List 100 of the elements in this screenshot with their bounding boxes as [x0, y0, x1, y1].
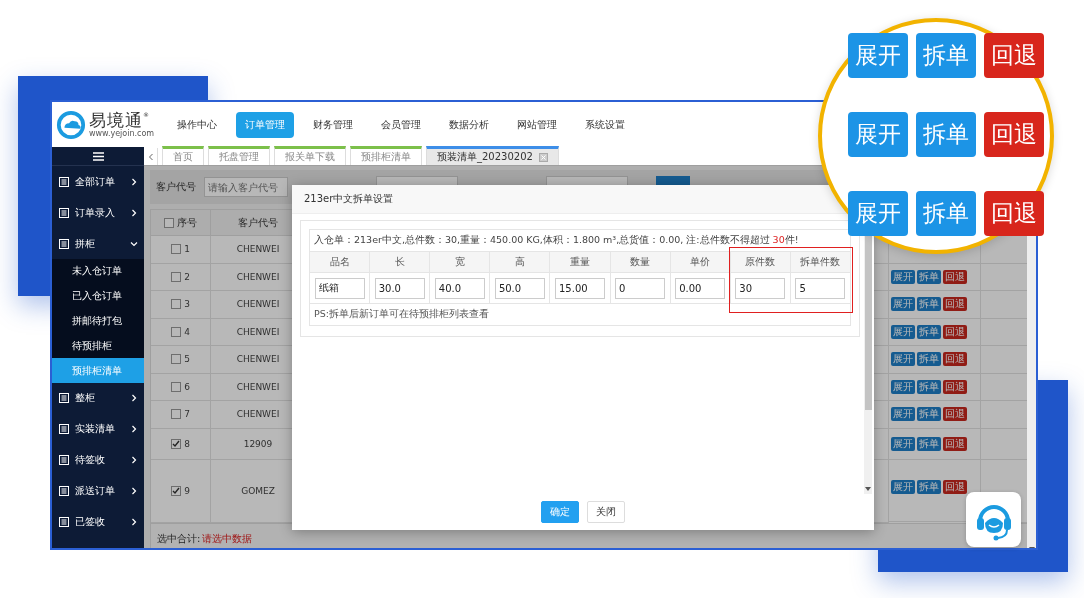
- customer-code-field[interactable]: 请输入客户代号: [204, 177, 288, 197]
- row-action-button[interactable]: 展开: [891, 297, 915, 312]
- nav-item[interactable]: 订单管理: [236, 111, 294, 138]
- tab[interactable]: 报关单下载: [274, 146, 346, 165]
- value-field[interactable]: 15.00: [555, 277, 605, 299]
- row-action-button[interactable]: 回退: [943, 436, 967, 451]
- value-field[interactable]: 30.0: [374, 277, 425, 299]
- summary-label: 选中合计:: [157, 531, 201, 546]
- row-action-button[interactable]: 回退: [943, 324, 967, 339]
- value-field[interactable]: 0.00: [675, 277, 726, 299]
- list-icon: [59, 455, 69, 466]
- menu-icon[interactable]: [92, 151, 104, 161]
- list-icon: [59, 176, 69, 187]
- checkbox[interactable]: [171, 354, 182, 365]
- row-action-button[interactable]: 拆单: [917, 324, 941, 339]
- value-field[interactable]: 纸箱: [314, 277, 365, 299]
- tab[interactable]: 首页: [162, 146, 204, 165]
- sidebar-item[interactable]: 实装清单: [52, 414, 144, 445]
- sidebar-item[interactable]: 订单录入: [52, 197, 144, 228]
- checkbox[interactable]: [171, 326, 182, 337]
- support-widget[interactable]: [966, 492, 1021, 547]
- row-number-cell: 5: [151, 346, 211, 374]
- row-action-button[interactable]: 展开: [891, 324, 915, 339]
- row-action-button[interactable]: 拆单: [917, 269, 941, 284]
- sidebar-subitem[interactable]: 待预排柜: [52, 333, 144, 359]
- value-field[interactable]: 40.0: [434, 277, 485, 299]
- value-field[interactable]: 50.0: [494, 277, 545, 299]
- row-action-button[interactable]: 拆单: [917, 352, 941, 367]
- checkbox[interactable]: [171, 299, 182, 310]
- row-action-button[interactable]: 拆单: [917, 297, 941, 312]
- checkbox[interactable]: [164, 217, 174, 228]
- sidebar-item[interactable]: 整柜: [52, 383, 144, 414]
- chevron-right-icon: [130, 456, 138, 465]
- column-header: 原件数: [730, 251, 791, 272]
- checkbox[interactable]: [171, 244, 182, 255]
- row-action-button[interactable]: 回退: [943, 352, 967, 367]
- sidebar-subitem[interactable]: 预排柜清单: [52, 358, 144, 383]
- cloud-logo-icon: [56, 109, 86, 140]
- summary-value: 请选中数据: [202, 531, 253, 546]
- row-action-button[interactable]: 拆单: [916, 112, 976, 157]
- nav-item[interactable]: 会员管理: [372, 111, 430, 138]
- row-action-button[interactable]: 展开: [891, 407, 915, 422]
- row-action-button[interactable]: 展开: [891, 479, 915, 494]
- brand-name: 易境通: [89, 110, 143, 130]
- dialog-button[interactable]: 关闭: [587, 501, 625, 523]
- row-action-button[interactable]: 回退: [984, 112, 1044, 157]
- tab[interactable]: 预装清单_20230202: [426, 146, 559, 165]
- row-action-button[interactable]: 展开: [848, 33, 908, 78]
- row-action-button[interactable]: 拆单: [916, 33, 976, 78]
- row-number-cell: 1: [151, 236, 211, 264]
- checkbox[interactable]: [171, 485, 182, 496]
- row-action-button[interactable]: 展开: [891, 352, 915, 367]
- checkbox[interactable]: [171, 271, 182, 282]
- tab[interactable]: 托盘管理: [208, 146, 270, 165]
- chevron-right-icon: [130, 487, 138, 496]
- nav-item[interactable]: 财务管理: [304, 111, 362, 138]
- value-field[interactable]: 30: [735, 277, 786, 299]
- row-action-button[interactable]: 展开: [891, 269, 915, 284]
- chevron-right-icon: [130, 208, 138, 217]
- sidebar-item[interactable]: 已签收: [52, 507, 144, 538]
- chevron-right-icon: [130, 425, 138, 434]
- sidebar-item[interactable]: 全部订单: [52, 166, 144, 197]
- nav-item[interactable]: 网站管理: [508, 111, 566, 138]
- checkbox[interactable]: [171, 409, 182, 420]
- close-icon[interactable]: [538, 152, 548, 162]
- row-action-button[interactable]: 展开: [848, 112, 908, 157]
- row-action-button[interactable]: 拆单: [917, 379, 941, 394]
- row-action-button[interactable]: 回退: [943, 297, 967, 312]
- sidebar-item[interactable]: 派送订单: [52, 476, 144, 507]
- row-number-cell: 7: [151, 401, 211, 429]
- tab[interactable]: 预排柜清单: [350, 146, 422, 165]
- row-action-button[interactable]: 拆单: [917, 407, 941, 422]
- dialog-button[interactable]: 确定: [541, 501, 579, 523]
- sidebar-subitem[interactable]: 未入仓订单: [52, 259, 144, 284]
- row-number-cell: 2: [151, 263, 211, 291]
- row-action-button[interactable]: 回退: [984, 33, 1044, 78]
- row-action-button[interactable]: 拆单: [917, 479, 941, 494]
- sidebar-item[interactable]: 拼柜: [52, 228, 144, 259]
- row-action-button[interactable]: 回退: [943, 407, 967, 422]
- sidebar-subitem[interactable]: 拼邮待打包: [52, 308, 144, 334]
- nav-item[interactable]: 数据分析: [440, 111, 498, 138]
- checkbox[interactable]: [171, 438, 182, 449]
- nav-item[interactable]: 操作中心: [168, 111, 226, 138]
- checkbox[interactable]: [171, 381, 182, 392]
- row-action-button[interactable]: 回退: [984, 191, 1044, 236]
- row-action-button[interactable]: 展开: [891, 379, 915, 394]
- sidebar-subitem[interactable]: 已入仓订单: [52, 283, 144, 309]
- row-action-button[interactable]: 拆单: [916, 191, 976, 236]
- tab-label: 预装清单_20230202: [437, 150, 533, 164]
- sidebar-item[interactable]: 待签收: [52, 445, 144, 476]
- nav-item[interactable]: 系统设置: [576, 111, 634, 138]
- row-action-button[interactable]: 回退: [943, 269, 967, 284]
- row-action-button[interactable]: 拆单: [917, 436, 941, 451]
- row-action-button[interactable]: 展开: [891, 436, 915, 451]
- row-action-button[interactable]: 回退: [943, 479, 967, 494]
- note-text: PS:拆单后新订单可在待预排柜列表查看: [309, 303, 851, 326]
- value-field[interactable]: 0: [615, 277, 666, 299]
- value-field[interactable]: 5: [795, 277, 846, 299]
- list-icon: [59, 238, 69, 249]
- row-action-button[interactable]: 回退: [943, 379, 967, 394]
